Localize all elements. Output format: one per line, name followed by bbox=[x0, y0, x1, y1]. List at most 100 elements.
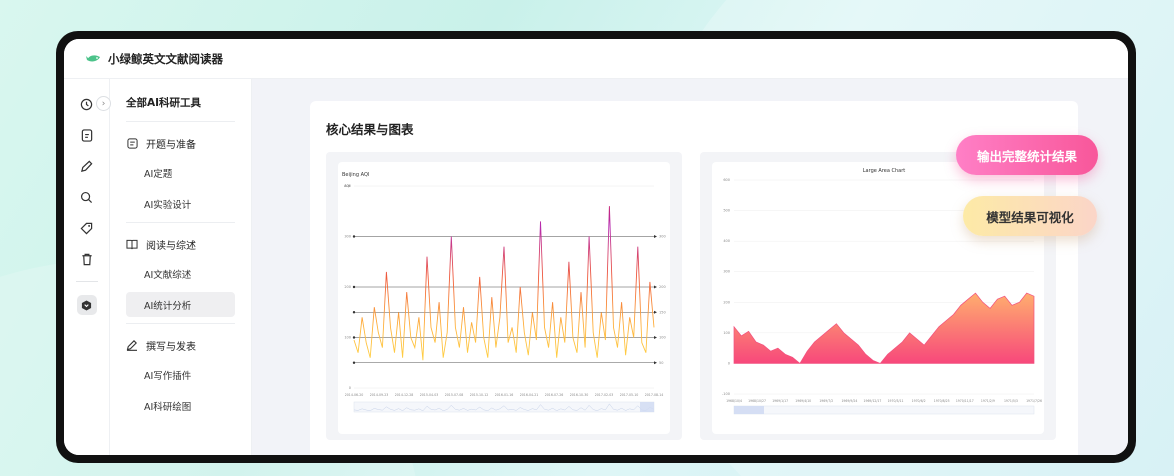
x-tick-label: 1971/5/3 bbox=[1004, 399, 1018, 403]
group-proposal: 开题与准备 bbox=[126, 132, 235, 154]
stats-output-badge[interactable]: 输出完整统计结果 bbox=[956, 135, 1098, 175]
threshold-label: 100 bbox=[659, 336, 666, 340]
menu-divider bbox=[126, 121, 235, 122]
threshold-marker-start bbox=[352, 336, 356, 339]
app-window: 小绿鲸英文文献阅读器 › 全部AI科研工具 开题与准备 AI定题 AI实验设计 … bbox=[64, 39, 1128, 455]
y-tick-label: 100 bbox=[344, 336, 351, 340]
model-visual-badge[interactable]: 模型结果可视化 bbox=[963, 196, 1097, 236]
title-bar: 小绿鲸英文文献阅读器 bbox=[64, 39, 1128, 79]
threshold-marker-start bbox=[352, 361, 356, 364]
x-tick-label: 1970/6/2 bbox=[912, 399, 926, 403]
menu-divider bbox=[126, 222, 235, 223]
group-label: 开题与准备 bbox=[146, 139, 196, 151]
x-tick-label: 1969/12/17 bbox=[864, 399, 882, 403]
search-icon[interactable] bbox=[78, 188, 96, 206]
menu-item-ai-experiment[interactable]: AI实验设计 bbox=[126, 191, 235, 216]
beijing-aqi-chart: Beijing AQIAQI01002003004005010015020030… bbox=[342, 172, 666, 413]
data-zoom-track bbox=[353, 401, 655, 413]
x-tick-label: 2016-07-26 bbox=[545, 393, 564, 397]
y-tick-label: 300 bbox=[344, 235, 351, 239]
x-tick-label: 1970/8/25 bbox=[934, 399, 950, 403]
proposal-icon bbox=[126, 137, 138, 149]
threshold-marker-start bbox=[352, 235, 356, 238]
menu-item-ai-writing[interactable]: AI写作插件 bbox=[126, 362, 235, 387]
x-tick-label: 1968/10/4 bbox=[726, 399, 742, 403]
y-tick-label: -100 bbox=[722, 392, 730, 396]
x-tick-label: 1970/11/17 bbox=[956, 399, 974, 403]
chart-title: Large Area Chart bbox=[863, 168, 906, 174]
x-tick-label: 2017-08-14 bbox=[645, 393, 664, 397]
threshold-label: 200 bbox=[659, 285, 666, 289]
group-reading: 阅读与综述 bbox=[126, 233, 235, 255]
y-tick-label: 200 bbox=[723, 300, 730, 304]
menu-item-ai-review[interactable]: AI文献综述 bbox=[126, 261, 235, 286]
trash-icon[interactable] bbox=[78, 250, 96, 268]
area-series bbox=[733, 292, 1035, 364]
y-tick-label: 400 bbox=[344, 184, 351, 188]
collapse-sidebar-button[interactable]: › bbox=[96, 96, 111, 111]
pen-icon[interactable] bbox=[78, 157, 96, 175]
threshold-marker-end bbox=[654, 336, 657, 339]
threshold-marker-end bbox=[654, 361, 657, 365]
rail-divider bbox=[75, 281, 98, 282]
device-frame: 小绿鲸英文文献阅读器 › 全部AI科研工具 开题与准备 AI定题 AI实验设计 … bbox=[56, 31, 1136, 463]
y-tick-label: 300 bbox=[723, 270, 730, 274]
history-icon[interactable] bbox=[78, 95, 96, 113]
x-tick-label: 2016-04-21 bbox=[520, 393, 539, 397]
document-icon[interactable] bbox=[78, 126, 96, 144]
threshold-marker-end bbox=[654, 310, 657, 314]
x-tick-label: 1969/9/24 bbox=[841, 399, 857, 403]
menu-item-ai-topic[interactable]: AI定题 bbox=[126, 160, 235, 185]
y-tick-label: 400 bbox=[723, 239, 730, 243]
x-tick-label: 2016-10-30 bbox=[570, 393, 589, 397]
y-tick-label: 500 bbox=[723, 209, 730, 213]
x-tick-label: 1971/7/26 bbox=[1026, 399, 1042, 403]
x-tick-label: 1971/2/9 bbox=[981, 399, 995, 403]
chart-container-aqi: Beijing AQI AQI 0 100 200 300 400 50 100 150 200 30… bbox=[338, 162, 670, 434]
x-tick-label: 1969/4/10 bbox=[795, 399, 811, 403]
ai-tools-icon[interactable] bbox=[76, 295, 97, 315]
group-writing: 撰写与发表 bbox=[126, 334, 235, 356]
x-tick-label: 2015-10-12 bbox=[470, 393, 489, 397]
y-tick-label: 200 bbox=[344, 285, 351, 289]
data-zoom-window bbox=[734, 406, 764, 414]
threshold-label: 50 bbox=[659, 361, 663, 365]
threshold-marker-end bbox=[654, 235, 657, 238]
menu-header: 全部AI科研工具 bbox=[126, 96, 202, 109]
y-tick-label: 0 bbox=[728, 361, 730, 365]
group-label: 撰写与发表 bbox=[146, 341, 196, 353]
menu-item-ai-drawing[interactable]: AI科研绘图 bbox=[126, 393, 235, 418]
x-tick-label: 2017-05-10 bbox=[620, 393, 639, 397]
card-title: 核心结果与图表 bbox=[326, 122, 414, 137]
edit-icon bbox=[126, 339, 138, 351]
data-zoom-track bbox=[733, 405, 1035, 415]
threshold-marker-end bbox=[654, 285, 657, 289]
y-tick-label: 100 bbox=[723, 331, 730, 335]
group-label: 阅读与综述 bbox=[146, 240, 196, 252]
threshold-marker-start bbox=[352, 311, 356, 314]
data-zoom-window bbox=[640, 402, 654, 412]
x-tick-label: 2017-02-03 bbox=[595, 393, 614, 397]
chart-panels: Beijing AQI AQI 0 100 200 300 400 50 100 150 200 30… bbox=[326, 152, 1062, 440]
x-tick-label: 2015-04-03 bbox=[420, 393, 439, 397]
tools-menu: 全部AI科研工具 开题与准备 AI定题 AI实验设计 阅读与综述 AI文献综述 … bbox=[110, 79, 252, 455]
menu-item-ai-statistics[interactable]: AI统计分析 bbox=[126, 292, 235, 317]
x-tick-label: 1969/1/17 bbox=[772, 399, 788, 403]
x-tick-label: 2015-07-08 bbox=[445, 393, 464, 397]
threshold-label: 150 bbox=[659, 310, 666, 314]
x-tick-label: 2014-09-23 bbox=[370, 393, 389, 397]
aqi-series-line bbox=[353, 206, 655, 361]
x-tick-label: 2014-12-28 bbox=[395, 393, 414, 397]
y-tick-label: 600 bbox=[723, 178, 730, 182]
x-tick-label: 2014-06-20 bbox=[345, 393, 364, 397]
tag-icon[interactable] bbox=[78, 219, 96, 237]
menu-divider bbox=[126, 323, 235, 324]
book-icon bbox=[126, 238, 138, 250]
x-tick-label: 2016-01-16 bbox=[495, 393, 514, 397]
x-tick-label: 1970/3/11 bbox=[888, 399, 904, 403]
whale-logo-icon bbox=[86, 54, 100, 61]
icon-rail: › bbox=[64, 79, 111, 455]
chart-panel-aqi: Beijing AQI AQI 0 100 200 300 400 50 100 150 200 30… bbox=[326, 152, 682, 440]
x-tick-label: 1969/7/2 bbox=[819, 399, 833, 403]
x-tick-label: 1968/10/27 bbox=[748, 399, 766, 403]
